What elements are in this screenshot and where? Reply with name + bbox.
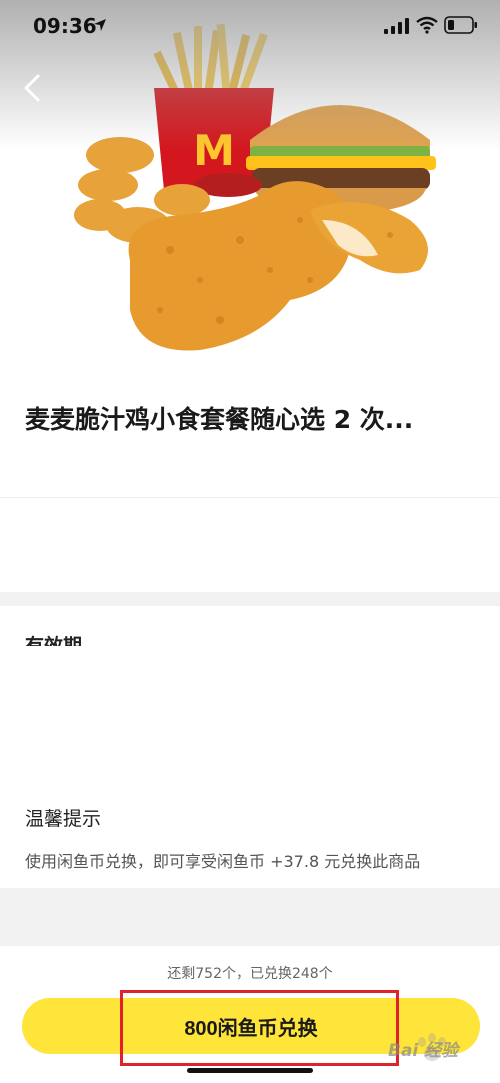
section-separator (0, 592, 500, 606)
stock-remaining-text: 还剩752个，已兑换248个 (167, 966, 333, 982)
battery-icon (444, 16, 477, 34)
location-arrow-icon (94, 19, 106, 31)
validity-heading: 有效期 (25, 635, 82, 646)
validity-label: 有效期 (25, 635, 83, 646)
section-separator (0, 888, 500, 946)
status-time: 09:36 (33, 14, 97, 38)
redeem-button-label: 800闲鱼币兑换 (184, 1017, 318, 1040)
cellular-signal-icon (384, 18, 409, 34)
watermark-text: Bai 经验 (388, 1041, 459, 1061)
product-title: 麦麦脆汁鸡小食套餐随心选 2 次... (25, 405, 414, 434)
details-section: 有效期 温馨提示 使用闲鱼币兑换，即可享受闲鱼币 +37.8 元兑换此商品 (0, 606, 500, 888)
tips-title: 温馨提示 (25, 808, 102, 830)
wifi-icon (416, 16, 438, 34)
divider (0, 497, 500, 498)
status-bar: 09:36 (0, 0, 500, 56)
tips-text: 使用闲鱼币兑换，即可享受闲鱼币 +37.8 元兑换此商品 (25, 852, 421, 871)
bottom-bar: 还剩752个，已兑换248个 800闲鱼币兑换 Bai 经验 (0, 946, 500, 1083)
back-arrow-icon[interactable] (14, 68, 54, 108)
home-indicator[interactable] (187, 1068, 313, 1073)
product-info: 麦麦脆汁鸡小食套餐随心选 2 次... (0, 362, 500, 498)
